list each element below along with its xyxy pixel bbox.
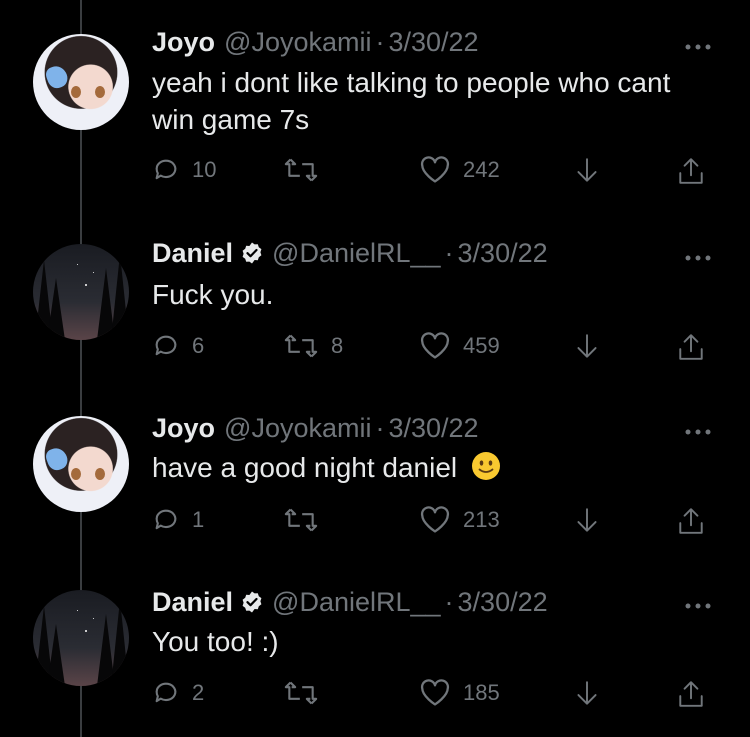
display-name[interactable]: Daniel (152, 586, 233, 618)
tweet-text: Fuck you. (152, 279, 274, 310)
like-count: 185 (463, 680, 500, 705)
retweet-count: 8 (331, 333, 344, 358)
separator: · (444, 238, 454, 268)
heart-icon (420, 156, 450, 183)
tweet-text-content: have a good night daniel (152, 452, 458, 483)
reply-count: 6 (192, 333, 205, 358)
display-name[interactable]: Joyo (152, 26, 215, 58)
heart-icon (420, 679, 450, 706)
like-button[interactable]: 459 (419, 332, 500, 360)
retweet-button[interactable] (283, 156, 331, 184)
more-options-icon[interactable] (683, 250, 713, 261)
handle[interactable]: @Joyokamii (224, 412, 371, 444)
reply-button[interactable]: 2 (152, 679, 204, 707)
download-arrow-icon (577, 681, 597, 705)
download-arrow-icon (577, 508, 597, 532)
retweet-button[interactable] (283, 679, 331, 707)
separator: · (375, 27, 385, 57)
timestamp[interactable]: 3/30/22 (388, 412, 478, 444)
like-button[interactable]: 185 (419, 679, 500, 707)
share-icon (679, 508, 703, 534)
save-button[interactable] (574, 506, 600, 536)
like-count: 213 (463, 507, 500, 532)
save-button[interactable] (574, 332, 600, 362)
more-options-icon[interactable] (683, 424, 713, 435)
avatar[interactable] (33, 416, 129, 512)
tweet[interactable]: Joyo @Joyokamii · 3/30/22 have a good ni… (0, 382, 750, 562)
tweet[interactable]: Daniel @DanielRL__ · 3/30/22 You too! :)… (0, 556, 750, 736)
verified-badge-icon (242, 591, 262, 613)
share-icon (679, 681, 703, 707)
retweet-icon (284, 158, 318, 182)
reply-count: 2 (192, 680, 205, 705)
reply-icon (155, 509, 177, 530)
save-button[interactable] (574, 156, 600, 186)
share-icon (679, 334, 703, 360)
verified-badge-icon (242, 242, 262, 264)
separator: · (444, 587, 454, 617)
avatar[interactable] (33, 34, 129, 130)
share-button[interactable] (676, 156, 706, 186)
handle[interactable]: @DanielRL__ (272, 586, 441, 618)
tweet-text: You too! :) (152, 626, 279, 657)
more-options-icon[interactable] (683, 39, 713, 50)
retweet-icon (284, 681, 318, 705)
share-icon (679, 158, 703, 184)
display-name[interactable]: Joyo (152, 412, 215, 444)
display-name[interactable]: Daniel (152, 237, 233, 269)
like-count: 459 (463, 333, 500, 358)
retweet-button[interactable]: 8 (283, 332, 343, 360)
retweet-icon (284, 508, 318, 532)
reply-icon (155, 682, 177, 703)
share-button[interactable] (676, 506, 706, 536)
tweet-header: Joyo @Joyokamii · 3/30/22 (152, 412, 479, 444)
like-count: 242 (463, 157, 500, 182)
timestamp[interactable]: 3/30/22 (458, 586, 548, 618)
share-button[interactable] (676, 679, 706, 709)
retweet-button[interactable] (283, 506, 331, 534)
separator: · (375, 413, 385, 443)
avatar[interactable] (33, 590, 129, 686)
heart-icon (420, 506, 450, 533)
tweet-header: Daniel @DanielRL__ · 3/30/22 (152, 237, 548, 269)
like-button[interactable]: 213 (419, 506, 500, 534)
reply-icon (155, 159, 177, 180)
download-arrow-icon (577, 158, 597, 182)
handle[interactable]: @Joyokamii (224, 26, 371, 58)
like-button[interactable]: 242 (419, 156, 500, 184)
reply-button[interactable]: 6 (152, 332, 204, 360)
timestamp[interactable]: 3/30/22 (388, 26, 478, 58)
slightly-smiling-face-icon (471, 452, 500, 480)
more-options-icon[interactable] (683, 598, 713, 609)
reply-icon (155, 335, 177, 356)
retweet-icon (284, 334, 318, 358)
reply-count: 10 (192, 157, 217, 182)
handle[interactable]: @DanielRL__ (272, 237, 441, 269)
heart-icon (420, 332, 450, 359)
share-button[interactable] (676, 332, 706, 362)
reply-button[interactable]: 10 (152, 156, 216, 184)
tweet[interactable]: Joyo @Joyokamii · 3/30/22 yeah i dont li… (0, 0, 750, 184)
tweet-text: yeah i dont like talking to people who c… (152, 67, 671, 135)
tweet-header: Daniel @DanielRL__ · 3/30/22 (152, 586, 548, 618)
tweet-text: have a good night daniel (152, 449, 692, 486)
tweet-header: Joyo @Joyokamii · 3/30/22 (152, 26, 479, 58)
tweet[interactable]: Daniel @DanielRL__ · 3/30/22 Fuck you. 6… (0, 210, 750, 390)
download-arrow-icon (577, 334, 597, 358)
reply-count: 1 (192, 507, 205, 532)
save-button[interactable] (574, 679, 600, 709)
reply-button[interactable]: 1 (152, 506, 204, 534)
avatar[interactable] (33, 244, 129, 340)
timestamp[interactable]: 3/30/22 (458, 237, 548, 269)
